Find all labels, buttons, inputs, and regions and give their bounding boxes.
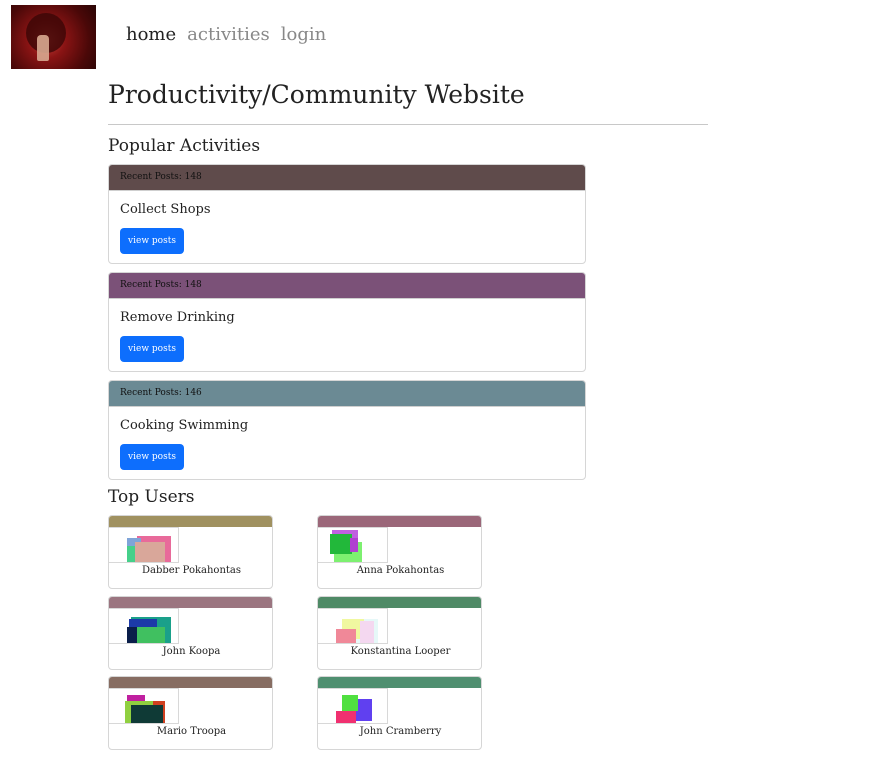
user-card[interactable]: John Cramberry [317, 676, 482, 750]
user-card-strip [318, 677, 481, 688]
nav-login-link[interactable]: login [281, 24, 326, 45]
user-avatar [318, 527, 388, 563]
activity-card: Recent Posts: 148 Collect Shops view pos… [108, 164, 586, 264]
view-posts-button[interactable]: view posts [120, 336, 184, 362]
user-avatar [318, 608, 388, 644]
view-posts-button[interactable]: view posts [120, 228, 184, 254]
view-posts-button[interactable]: view posts [120, 444, 184, 470]
user-name: Konstantina Looper [350, 646, 451, 657]
activity-card-header: Recent Posts: 148 [109, 273, 585, 299]
user-avatar [318, 688, 388, 724]
logo-photo-figure [37, 35, 49, 61]
user-avatar [109, 688, 179, 724]
activity-title: Cooking Swimming [120, 418, 249, 433]
user-card-strip [109, 516, 272, 527]
popular-activities-heading: Popular Activities [108, 136, 261, 156]
activity-card-header: Recent Posts: 146 [109, 381, 585, 407]
site-logo[interactable] [11, 5, 96, 69]
user-card[interactable]: John Koopa [108, 596, 273, 670]
activity-card: Recent Posts: 148 Remove Drinking view p… [108, 272, 586, 372]
user-name: Anna Pokahontas [356, 565, 445, 576]
user-card-strip [318, 597, 481, 608]
nav-activities-link[interactable]: activities [187, 24, 270, 45]
activity-title: Collect Shops [120, 202, 211, 217]
activity-card-header: Recent Posts: 148 [109, 165, 585, 191]
user-card-strip [109, 677, 272, 688]
user-avatar [109, 527, 179, 563]
title-divider [108, 124, 708, 125]
user-card[interactable]: Mario Troopa [108, 676, 273, 750]
user-avatar [109, 608, 179, 644]
user-name: John Koopa [162, 646, 221, 657]
nav-home-link[interactable]: home [126, 24, 176, 45]
activity-title: Remove Drinking [120, 310, 235, 325]
user-name: Dabber Pokahontas [141, 565, 242, 576]
user-name: Mario Troopa [156, 726, 227, 737]
user-card-strip [109, 597, 272, 608]
user-name: John Cramberry [359, 726, 442, 737]
top-users-heading: Top Users [108, 487, 195, 507]
user-card[interactable]: Dabber Pokahontas [108, 515, 273, 589]
user-card[interactable]: Anna Pokahontas [317, 515, 482, 589]
main-nav: home activities login [126, 24, 326, 45]
user-card-strip [318, 516, 481, 527]
user-card[interactable]: Konstantina Looper [317, 596, 482, 670]
activity-card: Recent Posts: 146 Cooking Swimming view … [108, 380, 586, 480]
page-title: Productivity/Community Website [108, 80, 525, 109]
